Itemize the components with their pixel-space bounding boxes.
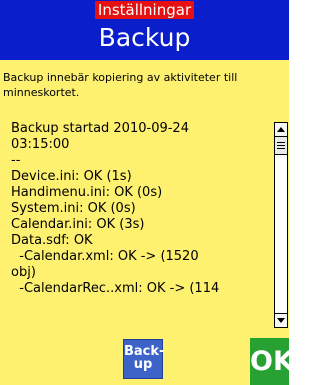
grip-line: [277, 145, 285, 146]
backup-button[interactable]: Back- up: [123, 339, 164, 379]
log-line: Calendar.ini: OK (3s): [11, 217, 145, 232]
log-line: Device.ini: OK (1s): [11, 169, 132, 184]
arrow-up-icon: [277, 127, 285, 132]
description-text: Backup innebär kopiering av aktiviteter …: [3, 71, 238, 99]
page-title: Backup: [98, 23, 191, 52]
log-line: System.ini: OK (0s): [11, 201, 136, 216]
log-line: -Calendar.xml: OK -> (1520: [11, 249, 199, 264]
scroll-down-button[interactable]: [275, 313, 287, 327]
log-line: obj): [11, 265, 36, 280]
log-line: Data.sdf: OK: [11, 233, 93, 248]
backup-log: Backup startad 2010-09-24 03:15:00 -- De…: [11, 121, 269, 327]
log-line: Backup startad 2010-09-24: [11, 121, 189, 136]
breadcrumb-label[interactable]: Inställningar: [94, 1, 195, 19]
ok-button[interactable]: OK: [250, 338, 294, 385]
grip-line: [277, 142, 285, 143]
log-line: Handimenu.ini: OK (0s): [11, 185, 163, 200]
log-scrollbar[interactable]: [274, 122, 288, 328]
log-line: -CalendarRec..xml: OK -> (114: [11, 281, 220, 296]
backup-screen: Inställningar Backup Backup innebär kopi…: [0, 0, 294, 385]
arrow-down-icon: [277, 318, 285, 323]
header-bar: Inställningar Backup: [0, 0, 289, 60]
log-line: 03:15:00: [11, 137, 70, 152]
grip-line: [277, 148, 285, 149]
scroll-up-button[interactable]: [275, 123, 287, 137]
log-line: --: [11, 153, 21, 168]
backup-button-label-2: up: [133, 357, 153, 372]
scroll-thumb[interactable]: [275, 137, 287, 155]
breadcrumb: Inställningar: [0, 1, 289, 19]
